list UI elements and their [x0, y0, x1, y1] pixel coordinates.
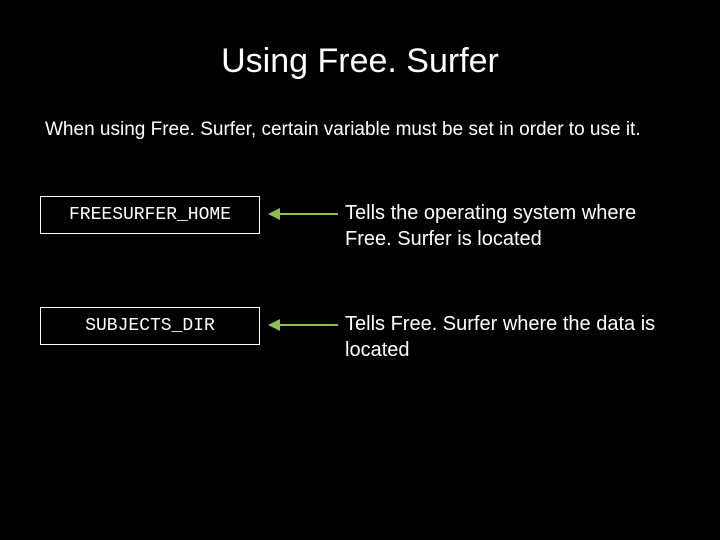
variable-row: SUBJECTS_DIR Tells Free. Surfer where th… — [40, 307, 680, 363]
slide-title: Using Free. Surfer — [40, 42, 680, 81]
variable-row: FREESURFER_HOME Tells the operating syst… — [40, 196, 680, 252]
arrow-icon — [260, 196, 345, 220]
arrow-icon — [260, 307, 345, 331]
variable-description: Tells the operating system where Free. S… — [345, 196, 680, 252]
variable-description: Tells Free. Surfer where the data is loc… — [345, 307, 680, 363]
variable-box-subjects-dir: SUBJECTS_DIR — [40, 307, 260, 345]
intro-text: When using Free. Surfer, certain variabl… — [40, 119, 680, 141]
slide: Using Free. Surfer When using Free. Surf… — [0, 0, 720, 540]
variable-box-freesurfer-home: FREESURFER_HOME — [40, 196, 260, 234]
